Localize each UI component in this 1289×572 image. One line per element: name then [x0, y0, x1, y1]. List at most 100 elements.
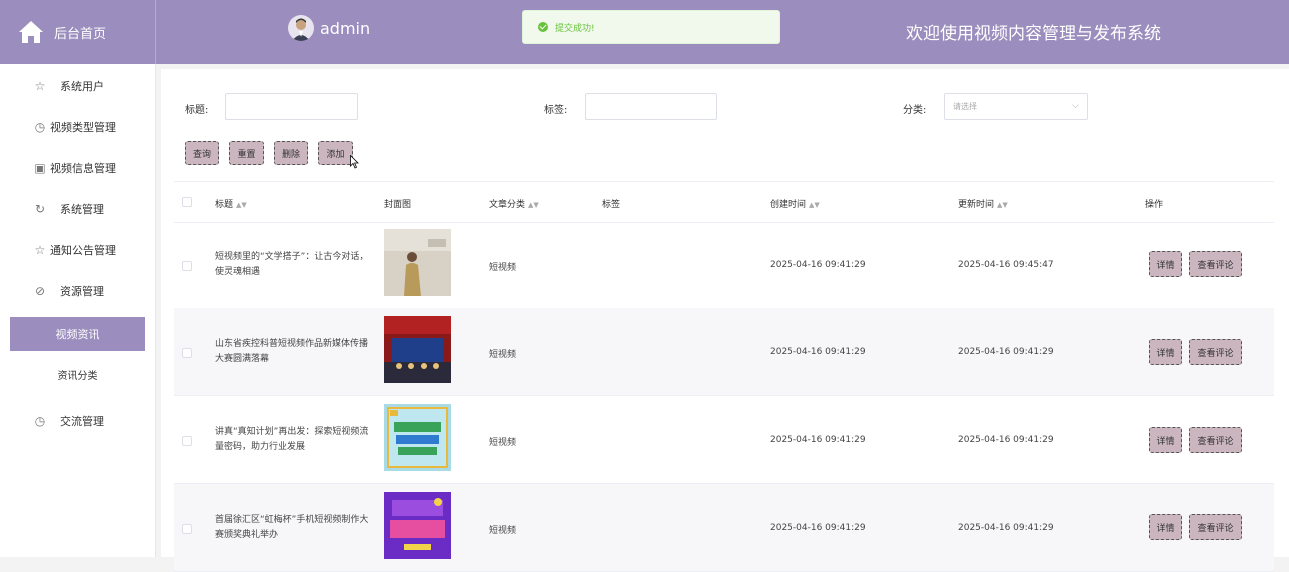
column-created-label: 创建时间 [770, 200, 807, 210]
sort-icon: ▲▼ [997, 201, 1008, 209]
sidebar-item-label: 视频信息管理 [50, 162, 116, 175]
sort-icon: ▲▼ [528, 201, 539, 209]
sidebar-item-label: 视频类型管理 [50, 121, 116, 134]
cover-image[interactable] [384, 316, 451, 383]
home-link[interactable]: 后台首页 [0, 0, 156, 64]
table-row: 讲真“真知计划”再出发：探索短视频流量密码，助力行业发展 短视频 2025-04… [174, 396, 1274, 484]
sort-icon: ▲▼ [809, 201, 820, 209]
view-comments-button[interactable]: 查看评论 [1189, 251, 1242, 277]
username: admin [320, 18, 371, 38]
welcome-title: 欢迎使用视频内容管理与发布系统 [906, 24, 1161, 44]
compass-icon: ⊘ [34, 284, 46, 298]
mouse-cursor-icon [350, 155, 359, 169]
sidebar-item-label: 系统用户 [60, 80, 104, 93]
table-header: 标题 ▲▼ 封面图 文章分类 ▲▼ 标签 创建时间 ▲▼ 更新时间 ▲▼ 操作 [174, 181, 1274, 223]
view-comments-button[interactable]: 查看评论 [1189, 427, 1242, 453]
sidebar-item-users[interactable]: ☆ 系统用户 [0, 68, 155, 104]
toast-message: 提交成功! [555, 23, 595, 34]
sort-icon: ▲▼ [236, 201, 247, 209]
table-row: 短视频里的“文学搭子”：让古今对话，使灵魂相遇 短视频 2025-04-16 0… [174, 221, 1274, 309]
cover-image[interactable] [384, 492, 451, 559]
row-created: 2025-04-16 09:41:29 [770, 347, 866, 357]
category-select[interactable]: 请选择 ⌵ [944, 93, 1088, 120]
chevron-down-icon: ⌵ [1072, 101, 1079, 111]
success-toast: 提交成功! [522, 10, 780, 44]
row-checkbox[interactable] [182, 261, 192, 271]
table-row: 首届徐汇区“虹梅杯”手机短视频制作大赛颁奖典礼举办 短视频 2025-04-16… [174, 484, 1274, 572]
row-updated: 2025-04-16 09:41:29 [958, 523, 1054, 533]
column-cover: 封面图 [384, 200, 412, 210]
row-category: 短视频 [489, 350, 517, 360]
sidebar-item-video-types[interactable]: ◷ 视频类型管理 [0, 109, 155, 145]
sidebar-item-label: 视频资讯 [55, 328, 100, 341]
check-circle-icon [538, 22, 548, 32]
delete-button[interactable]: 删除 [274, 141, 308, 165]
column-title[interactable]: 标题 ▲▼ [215, 197, 247, 210]
title-filter-input[interactable] [225, 93, 358, 120]
view-comments-button[interactable]: 查看评论 [1189, 339, 1242, 365]
row-checkbox[interactable] [182, 348, 192, 358]
column-category-label: 文章分类 [489, 200, 526, 210]
row-category: 短视频 [489, 438, 517, 448]
user-info[interactable]: admin [288, 15, 370, 41]
row-category: 短视频 [489, 526, 517, 536]
column-created[interactable]: 创建时间 ▲▼ [770, 197, 820, 210]
star-icon: ☆ [34, 79, 46, 93]
row-title: 首届徐汇区“虹梅杯”手机短视频制作大赛颁奖典礼举办 [215, 515, 369, 540]
refresh-icon: ↻ [34, 202, 46, 216]
add-button[interactable]: 添加 [318, 141, 353, 165]
sidebar-item-label: 资源管理 [60, 285, 104, 298]
detail-button[interactable]: 详情 [1149, 251, 1182, 277]
category-placeholder: 请选择 [953, 102, 977, 111]
detail-button[interactable]: 详情 [1149, 514, 1182, 540]
sidebar-item-label: 交流管理 [60, 415, 104, 428]
sidebar-item-resources[interactable]: ⊘ 资源管理 [0, 273, 155, 309]
sidebar-item-label: 通知公告管理 [50, 244, 116, 257]
select-all-checkbox[interactable] [182, 197, 192, 207]
column-updated-label: 更新时间 [958, 200, 995, 210]
sidebar-item-video-news[interactable]: 视频资讯 [10, 317, 145, 351]
row-created: 2025-04-16 09:41:29 [770, 435, 866, 445]
row-created: 2025-04-16 09:41:29 [770, 523, 866, 533]
detail-button[interactable]: 详情 [1149, 427, 1182, 453]
column-category[interactable]: 文章分类 ▲▼ [489, 197, 539, 210]
column-title-label: 标题 [215, 200, 234, 210]
sidebar-item-video-info[interactable]: ▣ 视频信息管理 [0, 150, 155, 186]
sidebar-item-notices[interactable]: ☆ 通知公告管理 [0, 232, 155, 268]
table-row: 山东省疾控科普短视频作品新媒体传播大赛圆满落幕 短视频 2025-04-16 0… [174, 308, 1274, 396]
row-category: 短视频 [489, 263, 517, 273]
column-ops: 操作 [1145, 200, 1164, 210]
avatar [288, 15, 314, 41]
row-created: 2025-04-16 09:41:29 [770, 260, 866, 270]
tag-filter-input[interactable] [585, 93, 717, 120]
top-header: 后台首页 admin 提交成功! 欢迎使用视频内容管理与发布系统 [0, 0, 1289, 64]
title-filter-label: 标题: [185, 105, 209, 116]
detail-button[interactable]: 详情 [1149, 339, 1182, 365]
star-icon: ☆ [34, 243, 46, 257]
sidebar-item-label: 系统管理 [60, 203, 104, 216]
sidebar-item-system[interactable]: ↻ 系统管理 [0, 191, 155, 227]
search-button[interactable]: 查询 [185, 141, 219, 165]
row-title: 山东省疾控科普短视频作品新媒体传播大赛圆满落幕 [215, 339, 369, 364]
reset-button[interactable]: 重置 [229, 141, 264, 165]
cover-image[interactable] [384, 229, 451, 296]
sidebar: ☆ 系统用户 ◷ 视频类型管理 ▣ 视频信息管理 ↻ 系统管理 ☆ 通知公告管理… [0, 64, 156, 557]
cover-image[interactable] [384, 404, 451, 471]
column-updated[interactable]: 更新时间 ▲▼ [958, 197, 1008, 210]
home-label: 后台首页 [54, 26, 107, 42]
row-checkbox[interactable] [182, 524, 192, 534]
clock-icon: ◷ [34, 120, 46, 134]
home-icon [19, 21, 43, 43]
view-comments-button[interactable]: 查看评论 [1189, 514, 1242, 540]
row-updated: 2025-04-16 09:45:47 [958, 260, 1054, 270]
tag-filter-label: 标签: [544, 105, 568, 116]
sidebar-item-label: 资讯分类 [57, 370, 98, 382]
sidebar-item-news-category[interactable]: 资讯分类 [0, 356, 155, 392]
row-title: 短视频里的“文学搭子”：让古今对话，使灵魂相遇 [215, 252, 369, 277]
category-filter-label: 分类: [903, 105, 927, 116]
row-updated: 2025-04-16 09:41:29 [958, 347, 1054, 357]
box-icon: ▣ [34, 161, 46, 175]
row-checkbox[interactable] [182, 436, 192, 446]
sidebar-item-communication[interactable]: ◷ 交流管理 [0, 403, 155, 439]
row-title: 讲真“真知计划”再出发：探索短视频流量密码，助力行业发展 [215, 427, 369, 452]
